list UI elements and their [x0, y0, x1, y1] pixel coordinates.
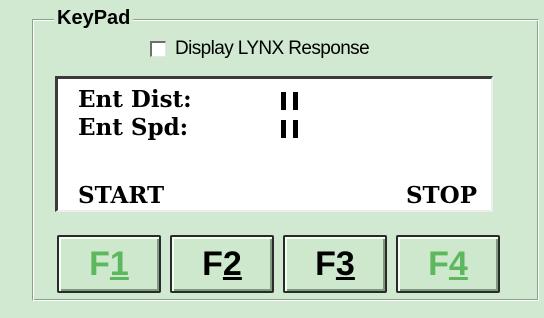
f1-digit: 1: [109, 244, 129, 283]
f4-digit: 4: [448, 244, 468, 283]
f2-prefix: F: [202, 244, 223, 283]
keypad-title: KeyPad: [54, 6, 134, 30]
f1-prefix: F: [89, 244, 110, 283]
f2-button[interactable]: F2: [170, 235, 274, 293]
distance-cursor-block: [281, 92, 286, 110]
lcd-display: Ent Dist: Ent Spd: START STOP: [55, 76, 493, 212]
f1-button[interactable]: F1: [57, 235, 161, 293]
distance-cursor-block: [293, 92, 298, 110]
lcd-line-distance: Ent Dist:: [78, 86, 192, 113]
f4-button[interactable]: F4: [396, 235, 500, 293]
softkey-label-stop: STOP: [405, 182, 477, 209]
f3-prefix: F: [315, 244, 336, 283]
display-lynx-response-checkbox[interactable]: [150, 41, 166, 57]
f3-digit: 3: [335, 244, 355, 283]
f4-prefix: F: [428, 244, 449, 283]
softkey-label-start: START: [78, 182, 165, 209]
keypad-panel: KeyPad Display LYNX Response Ent Dist: E…: [0, 0, 544, 318]
display-lynx-response-option[interactable]: Display LYNX Response: [150, 37, 370, 61]
lcd-line-speed: Ent Spd:: [78, 114, 189, 141]
speed-cursor-block: [281, 120, 286, 138]
speed-cursor-block: [293, 120, 298, 138]
f3-button[interactable]: F3: [283, 235, 387, 293]
f2-digit: 2: [222, 244, 242, 283]
display-lynx-response-label[interactable]: Display LYNX Response: [175, 38, 370, 60]
